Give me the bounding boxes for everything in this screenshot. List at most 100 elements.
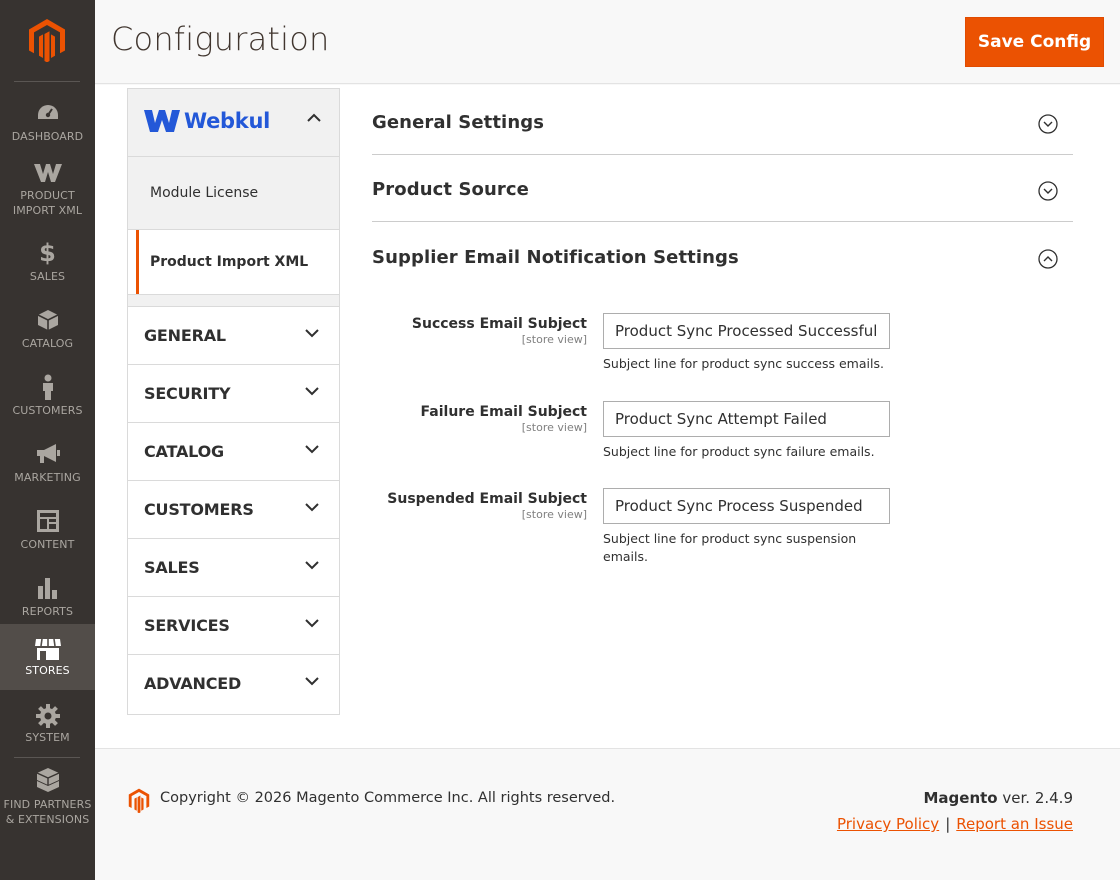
- copyright-text: Copyright © 2026 Magento Commerce Inc. A…: [160, 790, 616, 806]
- field-scope: [store view]: [521, 333, 587, 346]
- section-title: General Settings: [372, 112, 545, 133]
- nav-item-content[interactable]: Content: [0, 497, 95, 564]
- version-number: ver. 2.4.9: [1002, 789, 1073, 807]
- nav-item-sales[interactable]: $ Sales: [0, 229, 95, 296]
- nav-item-dashboard[interactable]: Dashboard: [0, 89, 95, 156]
- nav-item-find-partners[interactable]: Find Partners & Extensions: [0, 765, 95, 832]
- page-title: Configuration: [111, 20, 330, 58]
- tab-section-sales[interactable]: SALES: [128, 539, 339, 597]
- field-note: Subject line for product sync suspension…: [603, 531, 857, 564]
- section-title: Product Source: [372, 179, 529, 200]
- box-icon: [0, 308, 95, 332]
- nav-item-reports[interactable]: Reports: [0, 564, 95, 631]
- bar-chart-icon: [0, 576, 95, 600]
- chevron-down-icon: [305, 677, 319, 686]
- tab-section-label: SALES: [144, 558, 200, 577]
- tab-section-label: ADVANCED: [144, 674, 242, 693]
- chevron-down-icon: [305, 561, 319, 570]
- nav-item-customers[interactable]: Customers: [0, 363, 95, 430]
- version-info: Magento ver. 2.4.9: [923, 789, 1073, 807]
- dollar-icon: $: [39, 239, 56, 267]
- tab-section-advanced[interactable]: ADVANCED: [128, 655, 339, 713]
- layout-icon: [0, 509, 95, 533]
- suspended-email-subject-input[interactable]: [603, 488, 890, 524]
- tab-section-security[interactable]: SECURITY: [128, 365, 339, 423]
- tab-section-services[interactable]: SERVICES: [128, 597, 339, 655]
- nav-label: Marketing: [14, 471, 81, 484]
- field-scope: [store view]: [521, 508, 587, 521]
- page-footer: Copyright © 2026 Magento Commerce Inc. A…: [95, 748, 1120, 880]
- field-scope: [store view]: [521, 421, 587, 434]
- webkul-logo: Webkul: [144, 109, 270, 133]
- field-note: Subject line for product sync success em…: [603, 356, 884, 371]
- nav-label: Product Import XML: [12, 189, 83, 217]
- nav-label: Reports: [21, 605, 74, 618]
- success-email-subject-input[interactable]: [603, 313, 890, 349]
- chevron-down-icon: [305, 387, 319, 396]
- chevron-down-icon: [305, 445, 319, 454]
- page-header: Configuration Save Config: [95, 0, 1120, 84]
- nav-label: Find Partners & Extensions: [3, 798, 92, 826]
- tab-group-spacer: [128, 294, 339, 307]
- field-suspended-email-subject: Suspended Email Subject [store view] Sub…: [372, 488, 1073, 568]
- nav-label: Content: [20, 538, 75, 551]
- admin-sidebar: Dashboard Product Import XML $ Sales Cat…: [0, 0, 95, 880]
- tab-section-label: CUSTOMERS: [144, 500, 254, 519]
- store-icon: [0, 637, 95, 661]
- megaphone-icon: [0, 442, 95, 466]
- report-issue-link[interactable]: Report an Issue: [956, 815, 1073, 833]
- expand-icon[interactable]: [1038, 181, 1058, 201]
- nav-label: Customers: [12, 404, 83, 417]
- section-supplier-email-notification[interactable]: Supplier Email Notification Settings: [372, 223, 1073, 290]
- section-general-settings[interactable]: General Settings: [372, 88, 1073, 155]
- field-note: Subject line for product sync failure em…: [603, 444, 875, 459]
- dashboard-icon: [0, 101, 95, 125]
- failure-email-subject-input[interactable]: [603, 401, 890, 437]
- field-name: Success Email Subject: [411, 316, 587, 332]
- nav-label: Catalog: [21, 337, 74, 350]
- config-tabs: Webkul Module License Product Import XML…: [127, 88, 340, 715]
- nav-item-system[interactable]: System: [0, 697, 95, 764]
- webkul-w-icon: [144, 110, 180, 132]
- link-separator: |: [945, 815, 951, 833]
- field-label: Suspended Email Subject [store view]: [367, 490, 587, 521]
- magento-logo[interactable]: [0, 0, 95, 81]
- nav-item-product-import-xml[interactable]: Product Import XML: [0, 156, 95, 223]
- tab-label: Product Import XML: [150, 254, 309, 270]
- save-config-button[interactable]: Save Config: [965, 17, 1104, 67]
- field-label: Success Email Subject [store view]: [367, 315, 587, 346]
- nav-item-catalog[interactable]: Catalog: [0, 296, 95, 363]
- section-title: Supplier Email Notification Settings: [372, 247, 739, 268]
- tab-section-general[interactable]: GENERAL: [128, 307, 339, 365]
- magento-footer-logo-icon: [128, 788, 150, 813]
- tab-module-license[interactable]: Module License: [128, 157, 339, 230]
- nav-label: Sales: [29, 270, 66, 283]
- field-label: Failure Email Subject [store view]: [367, 403, 587, 434]
- nav-item-stores[interactable]: Stores: [0, 624, 95, 690]
- tab-section-customers[interactable]: CUSTOMERS: [128, 481, 339, 539]
- chevron-up-icon: [307, 113, 321, 122]
- person-icon: [0, 374, 95, 400]
- tab-product-import-xml[interactable]: Product Import XML: [136, 230, 339, 294]
- footer-links: Privacy Policy | Report an Issue: [837, 815, 1073, 833]
- nav-item-marketing[interactable]: Marketing: [0, 430, 95, 497]
- tab-section-label: SECURITY: [144, 384, 231, 403]
- tab-section-catalog[interactable]: CATALOG: [128, 423, 339, 481]
- privacy-policy-link[interactable]: Privacy Policy: [837, 815, 939, 833]
- tab-label: Module License: [150, 185, 259, 201]
- field-success-email-subject: Success Email Subject [store view] Subje…: [372, 313, 1073, 373]
- nav-divider: [14, 81, 80, 82]
- nav-label: Dashboard: [11, 130, 84, 143]
- chevron-down-icon: [305, 619, 319, 628]
- magento-logo-icon: [29, 19, 65, 62]
- tab-group-webkul[interactable]: Webkul: [128, 89, 339, 157]
- section-product-source[interactable]: Product Source: [372, 155, 1073, 222]
- tab-section-label: GENERAL: [144, 326, 226, 345]
- field-name: Failure Email Subject: [420, 404, 587, 420]
- collapse-icon[interactable]: [1038, 249, 1058, 269]
- nav-divider: [14, 757, 80, 758]
- tab-section-label: SERVICES: [144, 616, 230, 635]
- expand-icon[interactable]: [1038, 114, 1058, 134]
- chevron-down-icon: [305, 329, 319, 338]
- blocks-icon: [0, 768, 95, 792]
